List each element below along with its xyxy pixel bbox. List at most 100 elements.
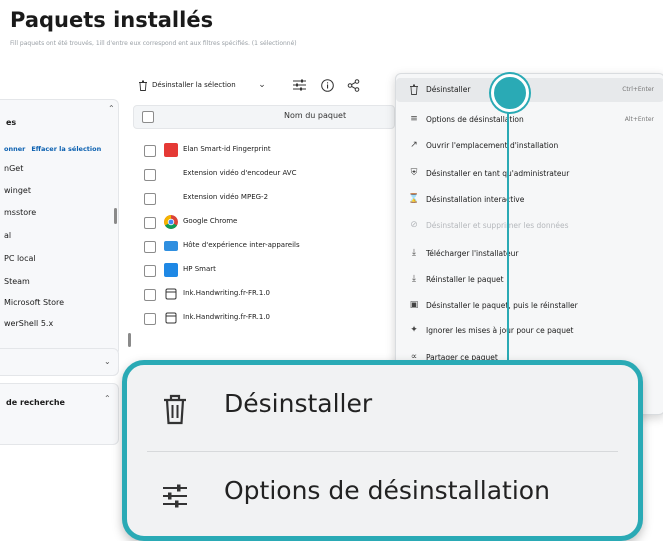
package-icon	[165, 288, 177, 300]
menu-item-interactive-uninstall[interactable]: ⌛ Désinstallation interactive	[396, 188, 663, 212]
table-row[interactable]: Hôte d'expérience inter-appareils	[138, 237, 393, 257]
fingerprint-app-icon	[164, 143, 178, 157]
menu-item-download-installer[interactable]: ⤓ Télécharger l'installateur	[396, 242, 663, 266]
menu-item-uninstall[interactable]: Désinstaller Ctrl+Enter	[396, 78, 663, 102]
selection-links: onner Effacer la sélection	[4, 145, 107, 153]
row-checkbox[interactable]	[144, 169, 156, 181]
hp-smart-icon	[164, 263, 178, 277]
shield-icon: ⛨	[410, 168, 418, 178]
package-name: HP Smart	[183, 265, 216, 273]
search-mode-card: de recherche ⌃	[0, 383, 119, 445]
source-item[interactable]: msstore	[4, 208, 36, 217]
row-checkbox[interactable]	[144, 145, 156, 157]
menu-item-ignore-updates[interactable]: ✦ Ignorer les mises à jour pour ce paque…	[396, 319, 663, 343]
reinstall-icon: ⤓	[412, 274, 416, 284]
menu-item-label: Ouvrir l'emplacement d'installation	[426, 141, 559, 150]
menu-item-shortcut: Alt+Enter	[624, 116, 654, 123]
download-icon: ⤓	[412, 248, 416, 258]
chrome-icon	[164, 215, 178, 229]
table-scrollbar[interactable]	[128, 333, 131, 347]
sources-card: es ⌃ onner Effacer la sélection nGet wing…	[0, 99, 119, 356]
menu-item-reinstall[interactable]: ⤓ Réinstaller le paquet	[396, 268, 663, 292]
clear-selection-link[interactable]: Effacer la sélection	[31, 145, 101, 153]
chevron-up-icon[interactable]: ⌃	[108, 104, 115, 113]
sliders-icon: ≡	[410, 114, 418, 124]
menu-item-label: Désinstaller	[426, 85, 471, 94]
page-title: Paquets installés	[10, 8, 214, 32]
row-checkbox[interactable]	[144, 241, 156, 253]
row-checkbox[interactable]	[144, 193, 156, 205]
uninstall-selection-label: Désinstaller la sélection	[152, 81, 236, 89]
menu-item-label: Désinstallation interactive	[426, 195, 525, 204]
package-name: Ink.Handwriting.fr-FR.1.0	[183, 289, 270, 297]
table-row[interactable]: Elan Smart-id Fingerprint	[138, 141, 393, 161]
share-icon[interactable]	[342, 74, 364, 96]
table-header: Nom du paquet	[133, 105, 395, 129]
erase-icon: ⊘	[410, 220, 418, 230]
row-checkbox[interactable]	[144, 289, 156, 301]
trash-icon	[164, 394, 186, 425]
source-item[interactable]: Steam	[4, 277, 30, 286]
row-checkbox[interactable]	[144, 217, 156, 229]
interactive-icon: ⌛	[408, 194, 420, 204]
info-icon[interactable]	[316, 74, 338, 96]
table-row[interactable]: Extension vidéo MPEG-2	[138, 189, 393, 209]
menu-item-open-location[interactable]: ↗ Ouvrir l'emplacement d'installation	[396, 134, 663, 158]
zoom-item-uninstall-options: Options de désinstallation	[127, 460, 638, 530]
menu-item-uninstall-admin[interactable]: ⛨ Désinstaller en tant qu'administrateur	[396, 162, 663, 186]
source-item[interactable]: al	[4, 231, 11, 240]
sources-heading: es	[6, 118, 17, 127]
package-name: Extension vidéo MPEG-2	[183, 193, 269, 201]
package-name: Elan Smart-id Fingerprint	[183, 145, 271, 153]
package-name: Google Chrome	[183, 217, 238, 225]
menu-item-uninstall-options[interactable]: ≡ Options de désinstallation Alt+Enter	[396, 108, 663, 132]
callout-pointer-line	[507, 104, 509, 372]
table-row[interactable]: Ink.Handwriting.fr-FR.1.0	[138, 285, 393, 305]
callout-marker	[491, 74, 529, 112]
packages-table: Nom du paquet Elan Smart-id Fingerprint …	[128, 103, 398, 403]
package-name: Hôte d'expérience inter-appareils	[183, 241, 300, 249]
row-checkbox[interactable]	[144, 313, 156, 325]
source-item[interactable]: werShell 5.x	[4, 319, 53, 328]
menu-item-label: Désinstaller le paquet, puis le réinstal…	[426, 301, 578, 310]
menu-item-label: Télécharger l'installateur	[426, 249, 519, 258]
collapsed-card[interactable]: ⌄	[0, 348, 119, 376]
zoom-label: Désinstaller	[224, 389, 373, 418]
pin-icon: ✦	[410, 325, 418, 335]
package-name: Extension vidéo d'encodeur AVC	[183, 169, 297, 177]
zoom-callout: Désinstaller Options de désinstallation	[122, 360, 643, 541]
trash-icon: ▣	[409, 300, 419, 310]
table-row[interactable]: Extension vidéo d'encodeur AVC	[138, 165, 393, 185]
menu-item-shortcut: Ctrl+Enter	[622, 86, 654, 93]
chevron-up-icon[interactable]: ⌃	[104, 394, 111, 403]
menu-item-uninstall-reinstall[interactable]: ▣ Désinstaller le paquet, puis le réinst…	[396, 294, 663, 318]
source-item[interactable]: PC local	[4, 254, 36, 263]
table-row[interactable]: Google Chrome	[138, 213, 393, 233]
search-mode-heading: de recherche	[6, 398, 65, 407]
menu-item-label: Options de désinstallation	[426, 115, 524, 124]
table-row[interactable]: Ink.Handwriting.fr-FR.1.0	[138, 309, 393, 329]
package-icon	[165, 312, 177, 324]
sliders-icon[interactable]	[288, 74, 310, 96]
chevron-down-icon[interactable]: ⌄	[251, 74, 273, 96]
table-row[interactable]: HP Smart	[138, 261, 393, 281]
menu-item-label: Réinstaller le paquet	[426, 275, 504, 284]
zoom-divider	[147, 451, 618, 452]
menu-item-label: Désinstaller en tant qu'administrateur	[426, 169, 570, 178]
source-item[interactable]: winget	[4, 186, 31, 195]
chevron-down-icon[interactable]: ⌄	[104, 357, 111, 366]
uninstall-selection-button[interactable]: Désinstaller la sélection	[138, 74, 236, 96]
column-package-name[interactable]: Nom du paquet	[284, 111, 346, 120]
menu-item-label: Désinstaller et supprimer les données	[426, 221, 569, 230]
menu-item-uninstall-remove-data: ⊘ Désinstaller et supprimer les données	[396, 214, 663, 238]
sources-scrollbar[interactable]	[114, 208, 117, 224]
select-all-link[interactable]: onner	[4, 145, 25, 153]
select-all-checkbox[interactable]	[142, 111, 154, 123]
source-item[interactable]: Microsoft Store	[4, 298, 64, 307]
cross-device-icon	[164, 241, 178, 251]
zoom-label: Options de désinstallation	[224, 476, 550, 505]
source-item[interactable]: nGet	[4, 164, 23, 173]
row-checkbox[interactable]	[144, 265, 156, 277]
page-subtitle: Fill paquets ont été trouvés, 1ill d'ent…	[10, 40, 297, 47]
menu-item-label: Ignorer les mises à jour pour ce paquet	[426, 326, 574, 335]
